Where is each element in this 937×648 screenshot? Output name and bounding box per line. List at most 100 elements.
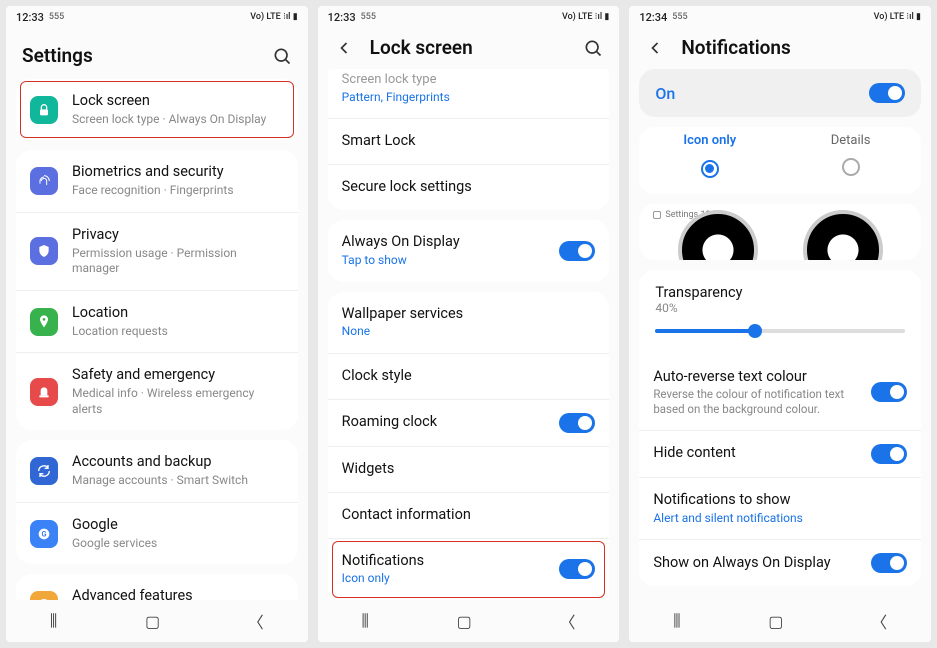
- nav-recents[interactable]: ⫼: [50, 611, 57, 631]
- nav-recents[interactable]: ⫼: [673, 611, 680, 631]
- header: Settings: [6, 26, 308, 79]
- status-extra: 555: [361, 12, 376, 22]
- item-subtitle: Screen lock type · Always On Display: [72, 112, 284, 128]
- back-icon[interactable]: [645, 38, 665, 58]
- toggle[interactable]: [871, 382, 907, 402]
- page-title: Notifications: [681, 36, 915, 59]
- radio-details[interactable]: [842, 158, 860, 176]
- settings-item[interactable]: PrivacyPermission usage · Permission man…: [16, 212, 298, 290]
- status-time: 12:33: [16, 11, 44, 24]
- settings-group: Wallpaper servicesNoneClock styleRoaming…: [328, 292, 610, 642]
- settings-item[interactable]: Safety and emergencyMedical info · Wirel…: [16, 352, 298, 430]
- settings-item[interactable]: Accounts and backupManage accounts · Sma…: [16, 440, 298, 501]
- nav-bar: ⫼ ▢ 〈: [629, 600, 931, 642]
- transparency-slider[interactable]: [655, 321, 905, 341]
- settings-group: Always On DisplayTap to show: [328, 220, 610, 281]
- header: Notifications: [629, 26, 931, 69]
- toggle[interactable]: [871, 444, 907, 464]
- item-subtitle: Icon only: [342, 571, 546, 587]
- settings-item[interactable]: Always On DisplayTap to show: [328, 220, 610, 281]
- transparency-row: Transparency 40%: [639, 270, 921, 355]
- tab-icon-only[interactable]: Icon only: [639, 133, 780, 180]
- nav-back[interactable]: 〈: [559, 609, 575, 633]
- lockscreen-panel: 12:33 555 Vo) LTE ⁝ıl ▮ Lock screen Scre…: [318, 6, 620, 642]
- settings-item[interactable]: Auto-reverse text colourReverse the colo…: [639, 355, 921, 430]
- settings-group: Screen lock typePattern, FingerprintsSma…: [328, 69, 610, 210]
- pin-icon: [30, 308, 58, 336]
- svg-text:G: G: [42, 529, 47, 538]
- settings-item[interactable]: Wallpaper servicesNone: [328, 292, 610, 353]
- toggle[interactable]: [871, 553, 907, 573]
- master-toggle-row[interactable]: On: [639, 69, 921, 117]
- master-toggle-label: On: [655, 84, 675, 103]
- master-toggle[interactable]: [869, 83, 905, 103]
- transparency-label: Transparency: [655, 284, 905, 301]
- transparency-value: 40%: [655, 301, 905, 315]
- item-title: Contact information: [342, 506, 596, 525]
- nav-back[interactable]: 〈: [248, 609, 264, 633]
- options-card: Transparency 40% Auto-reverse text colou…: [639, 270, 921, 586]
- status-icons: Vo) LTE ⁝ıl ▮: [874, 12, 921, 22]
- status-bar: 12:33 555 Vo) LTE ⁝ıl ▮: [6, 6, 308, 26]
- nav-back[interactable]: 〈: [871, 609, 887, 633]
- settings-item[interactable]: Widgets: [328, 446, 610, 492]
- nav-bar: ⫼ ▢ 〈: [6, 600, 308, 642]
- item-subtitle: Medical info · Wireless emergency alerts: [72, 386, 284, 417]
- settings-item[interactable]: Clock style: [328, 353, 610, 399]
- settings-item[interactable]: Secure lock settings: [328, 164, 610, 210]
- notifications-panel: 12:34 555 Vo) LTE ⁝ıl ▮ Notifications On…: [629, 6, 931, 642]
- item-subtitle: Alert and silent notifications: [653, 511, 907, 527]
- status-extra: 555: [672, 12, 687, 22]
- nav-recents[interactable]: ⫼: [362, 611, 369, 631]
- item-subtitle: Google services: [72, 536, 284, 552]
- header: Lock screen: [318, 26, 620, 69]
- radio-icon-only[interactable]: [701, 160, 719, 178]
- settings-item[interactable]: NotificationsIcon only: [328, 538, 610, 600]
- refresh-icon: [30, 457, 58, 485]
- shield-icon: [30, 237, 58, 265]
- settings-group: Accounts and backupManage accounts · Sma…: [16, 440, 298, 564]
- fingerprint-icon: [30, 167, 58, 195]
- toggle[interactable]: [559, 241, 595, 261]
- settings-item[interactable]: Screen lock typePattern, Fingerprints: [328, 69, 610, 118]
- item-subtitle: Face recognition · Fingerprints: [72, 183, 284, 199]
- toggle[interactable]: [559, 559, 595, 579]
- item-title: Notifications to show: [653, 491, 907, 510]
- toggle[interactable]: [559, 413, 595, 433]
- settings-item[interactable]: Contact information: [328, 492, 610, 538]
- settings-item[interactable]: LocationLocation requests: [16, 290, 298, 352]
- item-title: Accounts and backup: [72, 453, 284, 472]
- settings-item[interactable]: G GoogleGoogle services: [16, 502, 298, 564]
- settings-item[interactable]: Lock screenScreen lock type · Always On …: [16, 79, 298, 140]
- item-subtitle: Tap to show: [342, 253, 546, 269]
- settings-item[interactable]: Notifications to showAlert and silent no…: [639, 477, 921, 539]
- nav-home[interactable]: ▢: [145, 612, 160, 631]
- settings-item[interactable]: Show on Always On Display: [639, 539, 921, 586]
- style-card: Icon only Details: [639, 127, 921, 194]
- item-title: Auto-reverse text colour: [653, 368, 857, 387]
- settings-item[interactable]: Roaming clock: [328, 399, 610, 446]
- settings-group: Biometrics and securityFace recognition …: [16, 150, 298, 430]
- status-bar: 12:33 555 Vo) LTE ⁝ıl ▮: [318, 6, 620, 26]
- settings-item[interactable]: Hide content: [639, 430, 921, 477]
- back-icon[interactable]: [334, 38, 354, 58]
- item-title: Privacy: [72, 226, 284, 245]
- search-icon[interactable]: [272, 46, 292, 66]
- search-icon[interactable]: [583, 38, 603, 58]
- settings-item[interactable]: Biometrics and securityFace recognition …: [16, 150, 298, 211]
- settings-item[interactable]: Smart Lock: [328, 118, 610, 164]
- nav-bar: ⫼ ▢ 〈: [318, 600, 620, 642]
- tab-details[interactable]: Details: [780, 133, 921, 180]
- item-title: Google: [72, 516, 284, 535]
- item-title: Always On Display: [342, 233, 546, 252]
- google-icon: G: [30, 520, 58, 548]
- style-tabs: Icon only Details: [639, 127, 921, 194]
- siren-icon: [30, 378, 58, 406]
- settings-panel: 12:33 555 Vo) LTE ⁝ıl ▮ Settings Lock sc…: [6, 6, 308, 642]
- nav-home[interactable]: ▢: [768, 612, 783, 631]
- status-icons: Vo) LTE ⁝ıl ▮: [562, 12, 609, 22]
- nav-home[interactable]: ▢: [457, 612, 472, 631]
- item-title: Biometrics and security: [72, 163, 284, 182]
- status-bar: 12:34 555 Vo) LTE ⁝ıl ▮: [629, 6, 931, 26]
- item-title: Hide content: [653, 444, 857, 463]
